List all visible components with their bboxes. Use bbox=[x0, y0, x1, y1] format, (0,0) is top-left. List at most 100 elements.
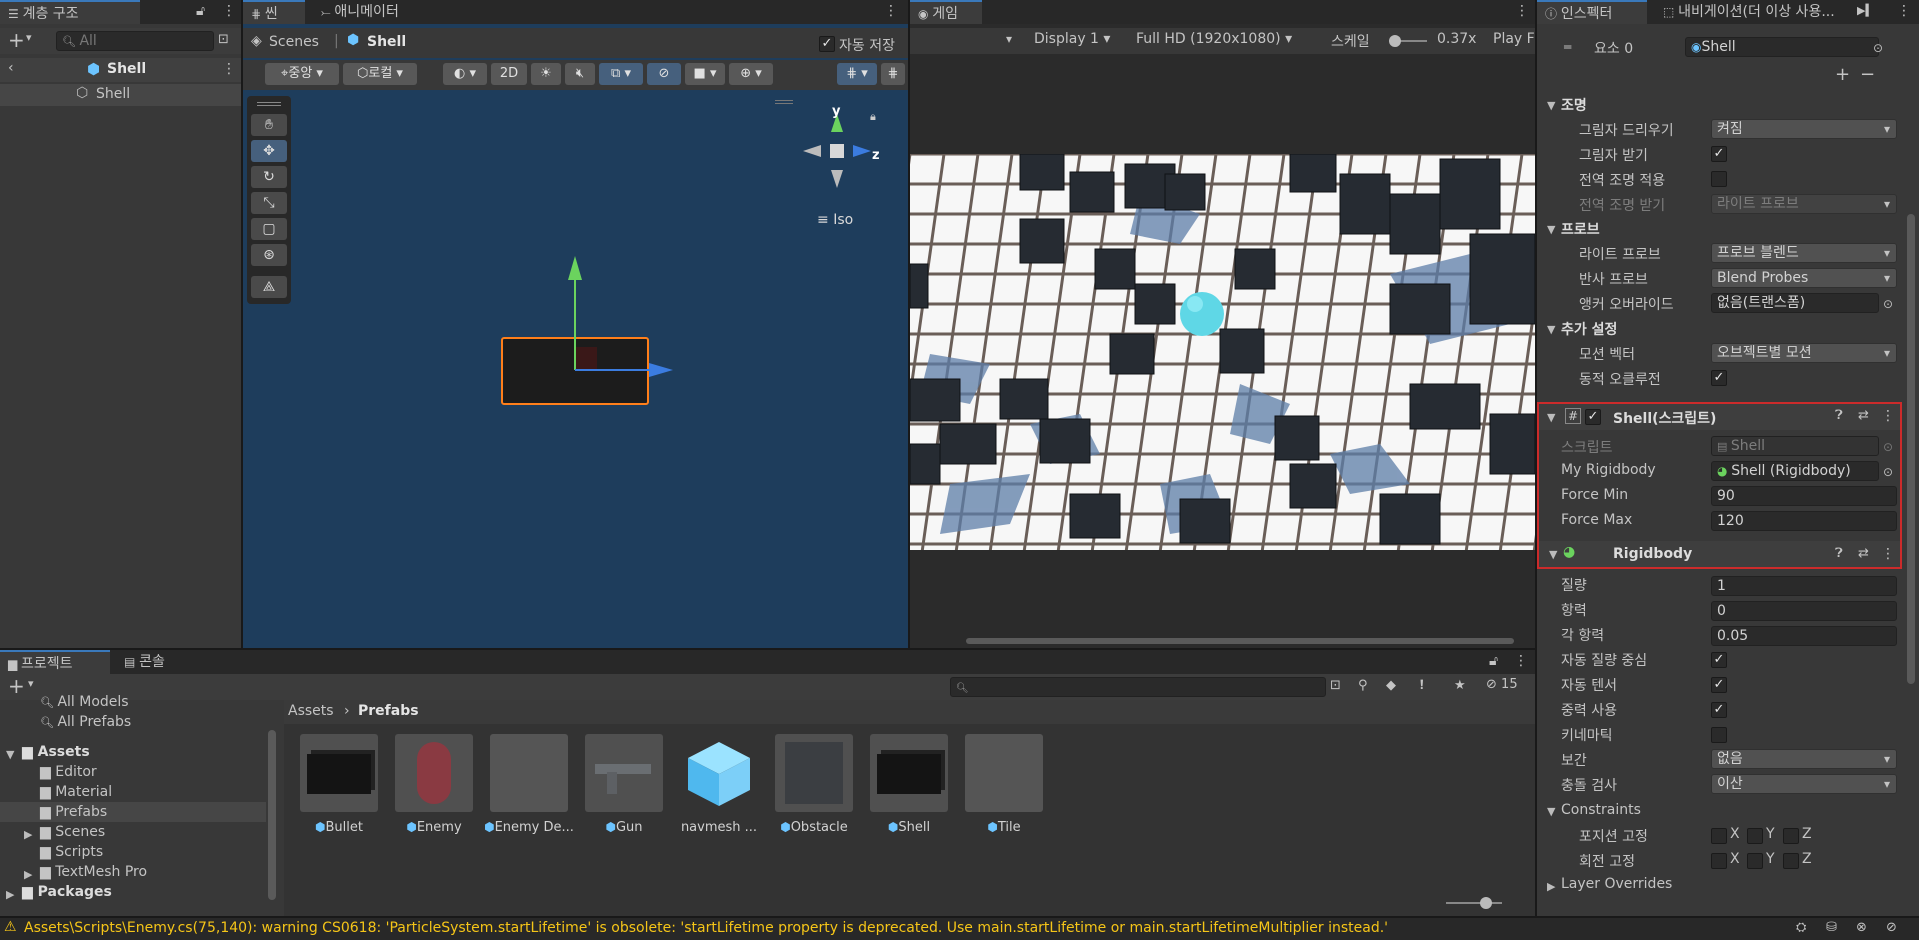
freeze-position-y-checkbox[interactable] bbox=[1747, 828, 1763, 844]
motion-vectors-dropdown[interactable]: 오브젝트별 모션 bbox=[1711, 343, 1897, 363]
anchor-override-field[interactable]: 없음(트랜스폼) bbox=[1711, 293, 1879, 313]
visibility-toggle[interactable]: ⊘ bbox=[647, 63, 681, 85]
probes-foldout-icon[interactable]: ▼ bbox=[1547, 223, 1555, 236]
scale-slider-thumb[interactable] bbox=[1389, 35, 1401, 47]
asset-thumbnail[interactable] bbox=[395, 734, 473, 812]
asset-label[interactable]: ⬢Shell bbox=[863, 820, 955, 835]
preset-icon[interactable]: ⇄ bbox=[1858, 408, 1869, 423]
scene-menu-icon[interactable]: ⋮ bbox=[222, 61, 236, 77]
tree-item-all-models[interactable]: 🔍︎ All Models bbox=[40, 694, 129, 710]
rigidbody-enabled-checkbox[interactable] bbox=[1583, 546, 1599, 562]
asset-thumbnail[interactable] bbox=[585, 734, 663, 812]
shell-enabled-checkbox[interactable]: ✓ bbox=[1585, 409, 1601, 425]
tab-animator[interactable]: ⤚ 애니메이터 bbox=[313, 0, 407, 24]
icon-size-slider-thumb[interactable] bbox=[1480, 897, 1492, 909]
asset-breadcrumb-prefabs[interactable]: Prefabs bbox=[358, 703, 419, 719]
inspector-menu-icon[interactable]: ⋮ bbox=[1897, 3, 1911, 19]
project-search-input[interactable]: 🔍︎ bbox=[950, 677, 1326, 697]
foldout-icon[interactable]: ▼ bbox=[1547, 411, 1555, 424]
tree-item-all-prefabs[interactable]: 🔍︎ All Prefabs bbox=[40, 714, 131, 730]
tab-inspector[interactable]: ⓘ 인스펙터 bbox=[1537, 0, 1647, 24]
force-min-input[interactable]: 90 bbox=[1711, 486, 1897, 506]
tree-item-packages[interactable]: ▆ Packages bbox=[22, 884, 112, 900]
scenes-foldout-icon[interactable]: ▶ bbox=[24, 828, 32, 841]
asset-thumbnail[interactable] bbox=[870, 734, 948, 812]
asset-thumbnail[interactable] bbox=[680, 734, 758, 812]
force-max-input[interactable]: 120 bbox=[1711, 511, 1897, 531]
palette-handle[interactable] bbox=[257, 102, 281, 106]
angular-drag-input[interactable]: 0.05 bbox=[1711, 626, 1897, 646]
contribute-gi-checkbox[interactable] bbox=[1711, 171, 1727, 187]
game-mode-dropdown[interactable]: ▾ bbox=[1006, 32, 1012, 46]
inspector-scrollbar[interactable] bbox=[1907, 214, 1915, 684]
tab-project[interactable]: ▆ 프로젝트 bbox=[0, 650, 110, 674]
hierarchy-search-input[interactable]: 🔍︎ All bbox=[56, 31, 214, 51]
asset-label[interactable]: ⬢Bullet bbox=[293, 820, 385, 835]
add-icon[interactable]: + bbox=[8, 674, 25, 698]
assets-foldout-icon[interactable]: ▼ bbox=[6, 748, 14, 761]
transform-tool-button[interactable]: ⊛ bbox=[251, 244, 287, 266]
tab-overflow-icon[interactable]: ▶▍ bbox=[1857, 4, 1874, 17]
reflection-probes-dropdown[interactable]: Blend Probes bbox=[1711, 268, 1897, 288]
scale-slider[interactable] bbox=[1389, 35, 1427, 47]
auto-tensor-checkbox[interactable]: ✓ bbox=[1711, 677, 1727, 693]
object-picker-icon[interactable]: ⊙ bbox=[1883, 297, 1893, 311]
menu-icon[interactable]: ⋮ bbox=[222, 3, 236, 19]
project-menu-icon[interactable]: ⋮ bbox=[1514, 653, 1528, 669]
asset-label[interactable]: ⬢Enemy bbox=[388, 820, 480, 835]
lighting-foldout-icon[interactable]: ▼ bbox=[1547, 99, 1555, 112]
tree-item-material[interactable]: ▆ Material bbox=[40, 784, 112, 800]
debug-icon[interactable]: ⛭ bbox=[1796, 920, 1806, 935]
add-icon[interactable]: + bbox=[8, 28, 25, 52]
auto-save-checkbox[interactable]: ✓ bbox=[819, 36, 835, 52]
light-probes-dropdown[interactable]: 프로브 블렌드 bbox=[1711, 243, 1897, 263]
overlay-handle[interactable] bbox=[775, 100, 793, 104]
lighting-toggle[interactable]: ☀ bbox=[531, 63, 561, 85]
game-horizontal-scrollbar[interactable] bbox=[966, 638, 1514, 644]
rect-tool-button[interactable]: ▢ bbox=[251, 218, 287, 240]
my-rigidbody-field[interactable]: ◕ Shell (Rigidbody) bbox=[1711, 461, 1879, 481]
script-field[interactable]: ▤ Shell bbox=[1711, 436, 1879, 456]
view-mode-label[interactable]: ≡ Iso bbox=[817, 212, 853, 228]
asset-label[interactable]: ⬢Enemy De... bbox=[483, 820, 575, 835]
rotate-tool-button[interactable]: ↻ bbox=[251, 166, 287, 188]
additional-foldout-icon[interactable]: ▼ bbox=[1547, 323, 1555, 336]
drag-handle-icon[interactable]: ═ bbox=[1564, 40, 1571, 54]
asset-thumbnail[interactable] bbox=[300, 734, 378, 812]
help-icon[interactable]: ❓︎ bbox=[1835, 546, 1843, 561]
filter-label-icon[interactable]: ◆ bbox=[1386, 678, 1396, 693]
effects-dropdown[interactable]: ⧉ ▾ bbox=[599, 63, 643, 85]
custom-tool-button[interactable]: ⟁ bbox=[251, 276, 287, 298]
audio-toggle[interactable]: 🔇︎ bbox=[565, 63, 595, 85]
is-kinematic-checkbox[interactable] bbox=[1711, 727, 1727, 743]
object-picker-icon[interactable]: ⊙ bbox=[1883, 440, 1893, 454]
receive-shadows-checkbox[interactable]: ✓ bbox=[1711, 146, 1727, 162]
filter-warning-icon[interactable]: ❗︎ bbox=[1420, 678, 1424, 693]
help-icon[interactable]: ❓︎ bbox=[1835, 408, 1843, 423]
breadcrumb-scenes[interactable]: Scenes bbox=[269, 34, 319, 50]
neg-y-axis-cone[interactable] bbox=[831, 170, 843, 188]
search-filter-icon[interactable]: ⊡ bbox=[1330, 678, 1341, 693]
tree-item-scenes[interactable]: ▆ Scenes bbox=[40, 824, 105, 840]
asset-thumbnail[interactable] bbox=[775, 734, 853, 812]
textmesh-foldout-icon[interactable]: ▶ bbox=[24, 868, 32, 881]
freeze-position-z-checkbox[interactable] bbox=[1783, 828, 1799, 844]
z-axis-cone[interactable] bbox=[853, 145, 871, 157]
tab-scene[interactable]: ⋕ 씬 bbox=[243, 0, 305, 24]
filter-type-icon[interactable]: ⚲ bbox=[1358, 678, 1368, 693]
chevron-down-icon[interactable]: ▾ bbox=[28, 677, 34, 690]
tab-game[interactable]: ◉ 게임 bbox=[910, 0, 982, 24]
lock-icon[interactable]: 🔓︎ bbox=[1489, 653, 1498, 669]
freeze-rotation-x-checkbox[interactable] bbox=[1711, 853, 1727, 869]
tree-item-scripts[interactable]: ▆ Scripts bbox=[40, 844, 103, 860]
icon-size-slider[interactable] bbox=[1446, 897, 1502, 909]
tree-scrollbar[interactable] bbox=[268, 730, 276, 900]
asset-label[interactable]: ⬢Obstacle bbox=[768, 820, 860, 835]
object-picker-icon[interactable]: ⊙ bbox=[1873, 41, 1883, 55]
lock-icon[interactable]: 🔓︎ bbox=[196, 3, 205, 19]
mass-input[interactable]: 1 bbox=[1711, 576, 1897, 596]
asset-label[interactable]: ⬢Tile bbox=[958, 820, 1050, 835]
back-icon[interactable]: ‹ bbox=[8, 60, 14, 76]
component-menu-icon[interactable]: ⋮ bbox=[1881, 546, 1895, 562]
tab-hierarchy[interactable]: ☰ 계층 구조 bbox=[0, 0, 140, 24]
